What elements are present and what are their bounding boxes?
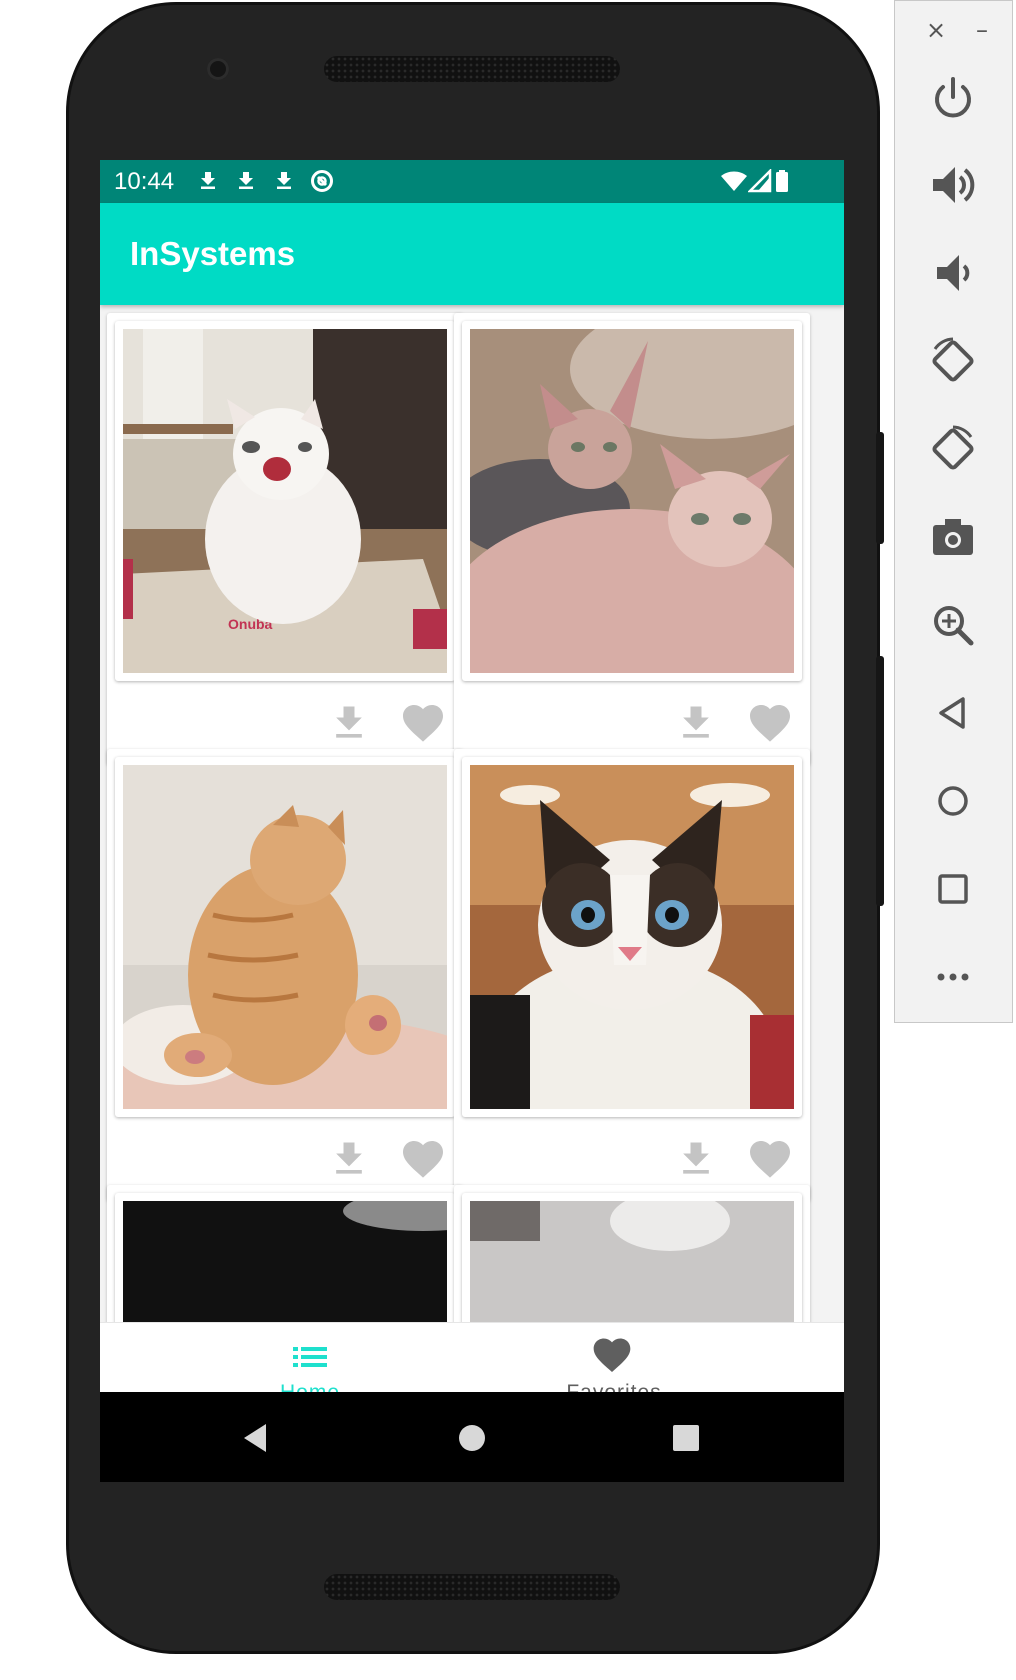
photo-card[interactable] [107,1185,463,1322]
volume-side-button [876,656,884,906]
cat-photo[interactable] [123,1201,447,1322]
zoom-icon[interactable] [925,597,981,653]
app-title: InSystems [130,235,296,272]
photo-card[interactable] [454,313,810,765]
download-icon[interactable] [674,701,718,745]
heart-icon [593,1338,631,1373]
download-icon[interactable] [327,1137,371,1181]
photo-frame [462,757,802,1117]
front-camera [207,58,229,80]
battery-icon [776,170,788,192]
close-icon[interactable]: × [921,15,951,45]
status-time: 10:44 [114,168,175,195]
photo-card[interactable] [454,1185,810,1322]
power-side-button [876,432,884,544]
minimize-icon[interactable]: – [967,15,997,45]
download-icon [277,172,291,189]
list-icon [293,1347,327,1367]
card-actions [107,1129,463,1189]
download-icon[interactable] [327,701,371,745]
more-icon[interactable] [925,949,981,1005]
photo-frame [115,1193,455,1322]
rotate-left-icon[interactable] [925,333,981,389]
sync-icon [311,170,333,192]
photo-frame: Onuba [115,321,455,681]
volume-up-icon[interactable] [925,157,981,213]
system-navigation-bar [100,1392,844,1482]
favorite-icon[interactable] [746,699,794,747]
photo-card[interactable]: Onuba [107,313,463,765]
download-icon [201,172,215,189]
cat-photo[interactable] [470,329,794,673]
cat-photo[interactable]: Onuba [123,329,447,673]
bottom-speaker [324,1574,620,1600]
emulator-toolbar: × – [894,0,1013,1023]
power-icon[interactable] [925,69,981,125]
favorite-icon[interactable] [399,1135,447,1183]
status-bar: 10:44 [100,160,844,203]
photo-card[interactable] [454,749,810,1201]
photo-grid[interactable]: Onuba [100,305,844,1322]
back-icon[interactable] [925,685,981,741]
photo-frame [462,321,802,681]
device-screen: 10:44 InSystems Onuba [100,160,844,1482]
earpiece-speaker [324,56,620,82]
photo-frame [462,1193,802,1322]
overview-icon[interactable] [925,861,981,917]
back-icon[interactable] [240,1422,272,1454]
cat-photo[interactable] [470,1201,794,1322]
volume-down-icon[interactable] [925,245,981,301]
app-bar: InSystems [100,203,844,305]
cat-photo[interactable] [123,765,447,1109]
photo-card[interactable] [107,749,463,1201]
card-actions [454,1129,810,1189]
rotate-right-icon[interactable] [925,421,981,477]
favorite-icon[interactable] [746,1135,794,1183]
photo-frame [115,757,455,1117]
card-actions [454,693,810,753]
card-actions [107,693,463,753]
camera-icon[interactable] [925,509,981,565]
home-icon[interactable] [456,1422,488,1454]
cat-photo[interactable] [470,765,794,1109]
recents-icon[interactable] [670,1422,702,1454]
home-icon[interactable] [925,773,981,829]
download-icon [239,172,253,189]
wifi-icon [721,171,747,191]
favorite-icon[interactable] [399,699,447,747]
signal-icon [748,169,772,193]
download-icon[interactable] [674,1137,718,1181]
